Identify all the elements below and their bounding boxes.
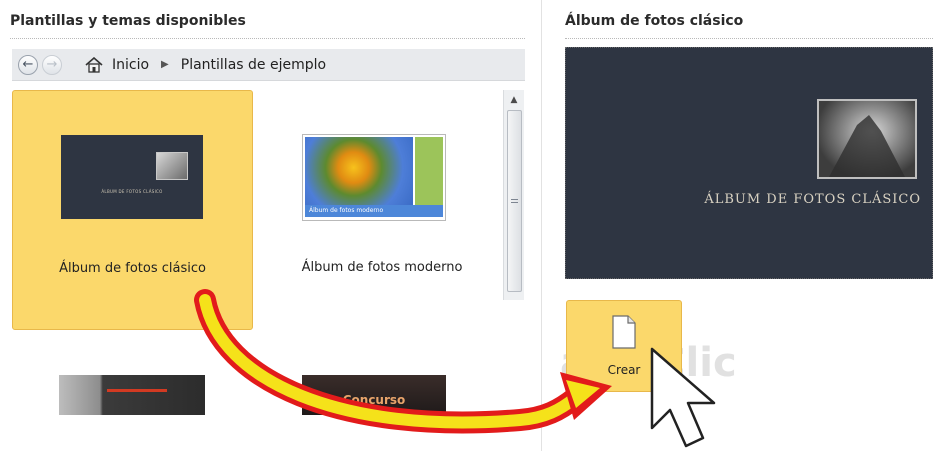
annotation-arrow [194,289,612,434]
mouse-pointer-icon [650,347,716,448]
